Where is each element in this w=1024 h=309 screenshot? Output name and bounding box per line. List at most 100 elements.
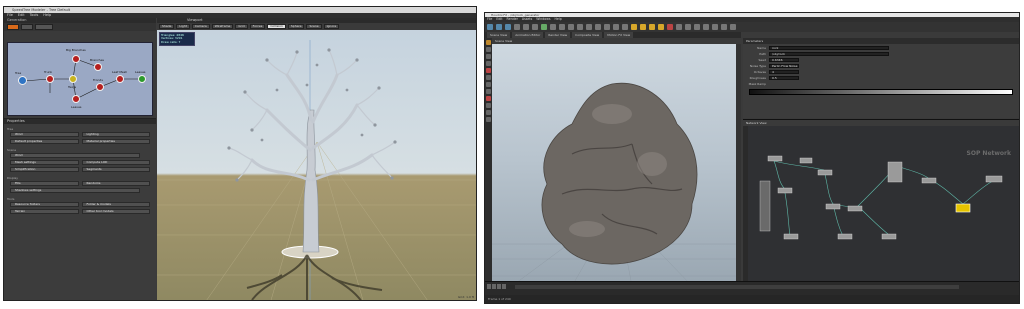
param-name-field[interactable]: rock [769,45,889,50]
camera-light-icon[interactable] [631,24,637,30]
timeline-ruler[interactable] [515,285,959,289]
fronds-node[interactable] [96,83,104,91]
sky-light-icon[interactable] [667,24,673,30]
param-octaves-field[interactable]: 4 [769,69,799,74]
view-tool-icon[interactable] [486,82,491,87]
snap-tool-icon[interactable] [486,89,491,94]
wireframe-button[interactable]: Wireframe [211,24,234,29]
prop-button[interactable]: Shadows settings [10,188,140,193]
stereo-camera-icon[interactable] [721,24,727,30]
light-button[interactable]: Light [176,24,190,29]
sphere-icon[interactable] [496,24,502,30]
prop-button[interactable]: Lighting [81,132,150,137]
prop-button[interactable]: Resource folders [10,202,79,207]
node-tile [881,233,897,240]
vr-camera-icon[interactable] [694,24,700,30]
circle-icon[interactable] [550,24,556,30]
forces-button[interactable]: Forces [249,24,266,29]
remove-generator-button[interactable] [21,24,33,30]
prop-button[interactable]: Wind [10,153,140,158]
switcher-icon[interactable] [703,24,709,30]
handle-tool-icon[interactable] [486,68,491,73]
path-icon[interactable] [577,24,583,30]
param-roughness-field[interactable]: 0.5 [769,75,799,80]
scene-button[interactable]: Scene [306,24,322,29]
camera-icon[interactable] [685,24,691,30]
prop-button[interactable]: Simplification [10,167,79,172]
prop-button[interactable]: Material properties [81,139,150,144]
prop-button[interactable]: Fills [10,181,79,186]
play-icon[interactable] [497,284,501,289]
param-label: Noise Type [749,63,766,68]
collision-button[interactable]: Collision [267,24,286,29]
grid-icon[interactable] [523,24,529,30]
prop-button[interactable]: Segments [81,167,150,172]
big-branches-node[interactable] [72,55,80,63]
grid-button[interactable]: Grid [235,24,248,29]
mask-ramp[interactable] [749,89,1013,95]
metaball-icon[interactable] [622,24,628,30]
prop-button[interactable]: Folder & models [81,202,150,207]
network-pane[interactable]: Network View SOP Network [743,119,1019,281]
param-label: Path [759,51,766,56]
prop-button[interactable]: Terrain [10,209,79,214]
shade-button[interactable]: Shade [159,24,175,29]
add-generator-button[interactable] [7,24,19,30]
scale-tool-icon[interactable] [486,61,491,66]
scene-viewport[interactable]: Scene View [492,38,741,281]
lighting-tool-icon[interactable] [486,117,491,122]
font-icon[interactable] [595,24,601,30]
trunk-node[interactable] [46,75,54,83]
param-noise-type-select[interactable]: Perlin Flow Noise [769,63,799,68]
prop-button[interactable]: Wind [10,132,79,137]
box-icon[interactable] [487,24,493,30]
leaves-node[interactable] [72,95,80,103]
tube-icon[interactable] [505,24,511,30]
stop-icon[interactable] [492,284,496,289]
display-tool-icon[interactable] [486,110,491,115]
area-light-icon[interactable] [658,24,664,30]
prop-button[interactable]: Compute LOD [81,160,150,165]
env-light-icon[interactable] [676,24,682,30]
torus-icon[interactable] [514,24,520,30]
twigs-node[interactable] [69,75,77,83]
point-light-icon[interactable] [640,24,646,30]
prop-button[interactable]: Randoms [81,181,150,186]
rotate-tool-icon[interactable] [486,54,491,59]
null-icon[interactable] [532,24,538,30]
tree-root-node[interactable] [18,76,27,85]
render-tool-icon[interactable] [486,96,491,101]
ignore-button[interactable]: Ignore [323,24,340,29]
lsystem-icon[interactable] [613,24,619,30]
select-tool-icon[interactable] [486,40,491,45]
node-tile [985,175,1003,183]
timeline-bar[interactable] [485,281,1019,295]
move-tool-icon[interactable] [486,47,491,52]
platonic-icon[interactable] [604,24,610,30]
prop-button[interactable]: Other tool models [81,209,150,214]
prop-button[interactable]: Default properties [10,139,79,144]
gamepad-camera-icon[interactable] [712,24,718,30]
draw-curve-icon[interactable] [568,24,574,30]
param-path-field[interactable]: /obj/rock [769,51,889,56]
prop-button[interactable]: Mesh settings [10,160,79,165]
play-back-icon[interactable] [487,284,491,289]
curve-icon[interactable] [559,24,565,30]
line-icon[interactable] [541,24,547,30]
generation-toolbar [4,23,156,31]
spray-paint-icon[interactable] [586,24,592,30]
tree-viewport[interactable]: Viewport Shade Light Camera Wireframe Gr… [157,18,476,300]
leaf-mesh-node[interactable] [116,75,124,83]
step-forward-icon[interactable] [502,284,506,289]
spot-light-icon[interactable] [649,24,655,30]
flipbook-tool-icon[interactable] [486,103,491,108]
leaves-mesh-node[interactable] [138,75,146,83]
generator-options-button[interactable] [35,24,53,30]
param-seed-field[interactable]: 0.6346 [769,57,799,62]
sphere-button[interactable]: Sphere [287,24,305,29]
camera-button[interactable]: Camera [191,24,210,29]
branches-node[interactable] [94,63,102,71]
ambient-light-icon[interactable] [730,24,736,30]
generation-graph[interactable]: Tree Trunk Big Branches Branches Twigs L… [7,42,153,116]
pose-tool-icon[interactable] [486,75,491,80]
